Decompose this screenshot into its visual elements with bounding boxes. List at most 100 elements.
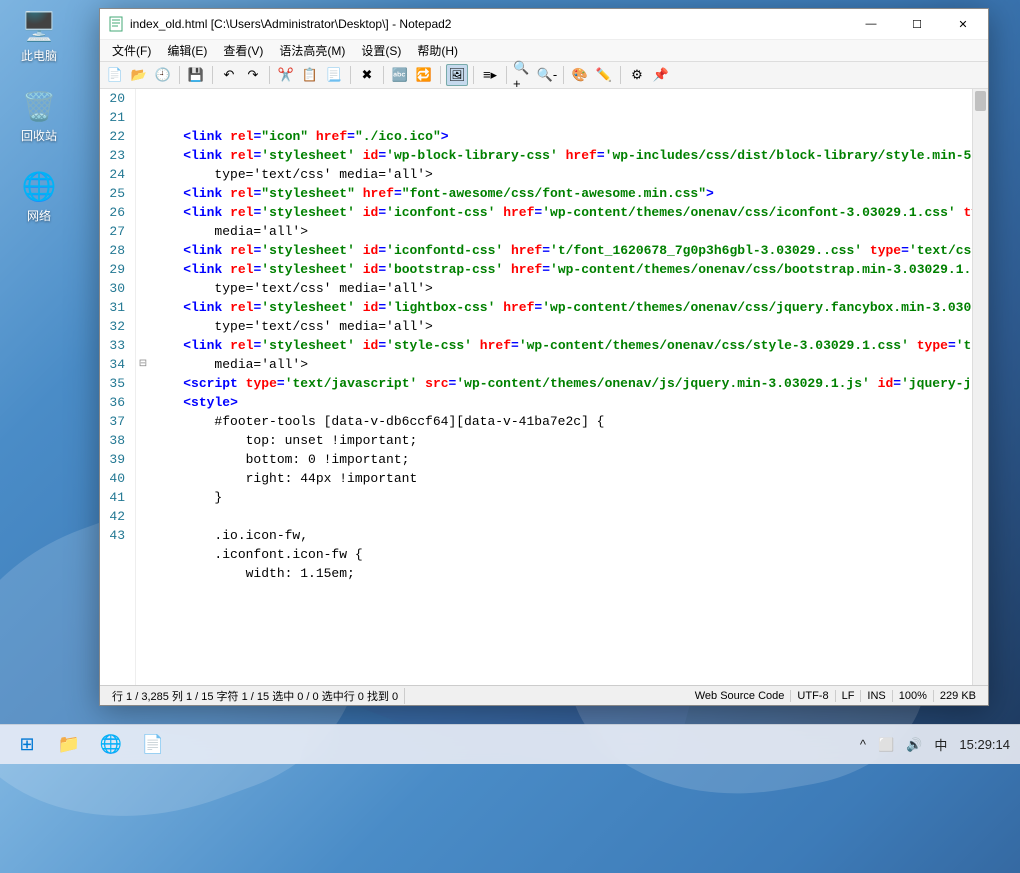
code-line[interactable]: <link rel='stylesheet' id='bootstrap-css…: [152, 260, 988, 279]
line-number[interactable]: 33: [104, 336, 127, 355]
toolbar-indent-button[interactable]: ≡▸: [479, 64, 501, 86]
tray-overflow-icon[interactable]: ^: [858, 735, 868, 754]
code-line[interactable]: type='text/css' media='all'>: [152, 317, 988, 336]
taskbar-edge-button[interactable]: 🌐: [92, 727, 130, 763]
toolbar-scheme-button[interactable]: 🎨: [569, 64, 591, 86]
line-number[interactable]: 36: [104, 393, 127, 412]
close-button[interactable]: ✕: [940, 9, 986, 39]
code-line[interactable]: bottom: 0 !important;: [152, 450, 988, 469]
toolbar-view-mode-button[interactable]: 🖼: [446, 64, 468, 86]
scrollbar-thumb[interactable]: [975, 91, 986, 111]
code-line[interactable]: <link rel='stylesheet' id='wp-block-libr…: [152, 146, 988, 165]
code-line[interactable]: <link rel="stylesheet" href="font-awesom…: [152, 184, 988, 203]
volume-icon[interactable]: 🔊: [904, 735, 924, 755]
code-line[interactable]: #footer-tools [data-v-db6ccf64][data-v-4…: [152, 412, 988, 431]
toolbar-paste-button[interactable]: 📃: [323, 64, 345, 86]
taskbar-explorer-button[interactable]: 📁: [50, 727, 88, 763]
code-line[interactable]: media='all'>: [152, 222, 988, 241]
ime-indicator[interactable]: 中: [932, 733, 949, 756]
vertical-scrollbar[interactable]: [972, 89, 988, 685]
line-number[interactable]: 30: [104, 279, 127, 298]
menu-文件[interactable]: 文件(F): [104, 40, 159, 61]
line-number[interactable]: 40: [104, 469, 127, 488]
code-line[interactable]: <script type='text/javascript' src='wp-c…: [152, 374, 988, 393]
code-line[interactable]: <link rel='stylesheet' id='iconfontd-css…: [152, 241, 988, 260]
taskbar-notepad2-button[interactable]: 📄: [134, 727, 172, 763]
toolbar-cut-button[interactable]: ✂️: [275, 64, 297, 86]
menu-帮助[interactable]: 帮助(H): [409, 40, 466, 61]
code-line[interactable]: <link rel="icon" href="./ico.ico">: [152, 127, 988, 146]
code-area[interactable]: <link rel="icon" href="./ico.ico"> <link…: [150, 89, 988, 685]
code-line[interactable]: }: [152, 488, 988, 507]
toolbar-redo-button[interactable]: ↷: [242, 64, 264, 86]
line-number[interactable]: 28: [104, 241, 127, 260]
toolbar-zoom-in-button[interactable]: 🔍+: [512, 64, 534, 86]
code-line[interactable]: <style>: [152, 393, 988, 412]
status-encoding[interactable]: UTF-8: [791, 690, 835, 702]
status-eol[interactable]: LF: [836, 690, 862, 702]
code-line[interactable]: type='text/css' media='all'>: [152, 279, 988, 298]
toolbar-highlight-button[interactable]: ✏️: [593, 64, 615, 86]
line-number[interactable]: 20: [104, 89, 127, 108]
code-line[interactable]: .io.icon-fw,: [152, 526, 988, 545]
toolbar-pin-button[interactable]: 📌: [650, 64, 672, 86]
taskbar-start-button[interactable]: ⊞: [8, 727, 46, 763]
line-number[interactable]: 35: [104, 374, 127, 393]
code-line[interactable]: type='text/css' media='all'>: [152, 165, 988, 184]
line-number[interactable]: 23: [104, 146, 127, 165]
titlebar[interactable]: index_old.html [C:\Users\Administrator\D…: [100, 9, 988, 39]
toolbar-open-button[interactable]: 📂: [128, 64, 150, 86]
line-number[interactable]: 22: [104, 127, 127, 146]
code-line[interactable]: top: unset !important;: [152, 431, 988, 450]
line-number[interactable]: 32: [104, 317, 127, 336]
code-line[interactable]: <link rel='stylesheet' id='lightbox-css'…: [152, 298, 988, 317]
toolbar-copy-button[interactable]: 📋: [299, 64, 321, 86]
desktop-icon-网络[interactable]: 🌐网络: [10, 168, 68, 224]
toolbar-new-button[interactable]: 📄: [104, 64, 126, 86]
line-number[interactable]: 29: [104, 260, 127, 279]
toolbar-delete-button[interactable]: ✖: [356, 64, 378, 86]
code-line[interactable]: [152, 507, 988, 526]
status-insert-mode[interactable]: INS: [861, 690, 892, 702]
code-line[interactable]: right: 44px !important: [152, 469, 988, 488]
line-number[interactable]: 21: [104, 108, 127, 127]
line-number[interactable]: 26: [104, 203, 127, 222]
line-number[interactable]: 37: [104, 412, 127, 431]
minimize-button[interactable]: —: [848, 9, 894, 39]
fold-marker[interactable]: ⊟: [136, 355, 150, 374]
line-number[interactable]: 34: [104, 355, 127, 374]
code-line[interactable]: media='all'>: [152, 355, 988, 374]
line-number[interactable]: 24: [104, 165, 127, 184]
line-number[interactable]: 27: [104, 222, 127, 241]
toolbar-replace-button[interactable]: 🔁: [413, 64, 435, 86]
menu-语法高亮[interactable]: 语法高亮(M): [271, 40, 353, 61]
desktop-icon-回收站[interactable]: 🗑️回收站: [10, 88, 68, 144]
fold-marker: [136, 127, 150, 146]
status-language[interactable]: Web Source Code: [689, 690, 792, 702]
menu-设置[interactable]: 设置(S): [353, 40, 409, 61]
code-line[interactable]: width: 1.15em;: [152, 564, 988, 583]
toolbar-undo-button[interactable]: ↶: [218, 64, 240, 86]
maximize-button[interactable]: ☐: [894, 9, 940, 39]
toolbar-find-button[interactable]: 🔤: [389, 64, 411, 86]
menu-查看[interactable]: 查看(V): [215, 40, 271, 61]
menu-编辑[interactable]: 编辑(E): [159, 40, 215, 61]
line-number[interactable]: 42: [104, 507, 127, 526]
status-zoom[interactable]: 100%: [893, 690, 934, 702]
line-number[interactable]: 39: [104, 450, 127, 469]
desktop-icon-此电脑[interactable]: 🖥️此电脑: [10, 8, 68, 64]
line-number[interactable]: 41: [104, 488, 127, 507]
line-number[interactable]: 31: [104, 298, 127, 317]
code-line[interactable]: <link rel='stylesheet' id='iconfont-css'…: [152, 203, 988, 222]
code-line[interactable]: <link rel='stylesheet' id='style-css' hr…: [152, 336, 988, 355]
clock[interactable]: 15:29:14: [957, 735, 1012, 754]
network-icon[interactable]: ⬜: [876, 735, 896, 755]
line-number[interactable]: 43: [104, 526, 127, 545]
toolbar-save-button[interactable]: 💾: [185, 64, 207, 86]
toolbar-zoom-out-button[interactable]: 🔍-: [536, 64, 558, 86]
toolbar-settings-button[interactable]: ⚙: [626, 64, 648, 86]
code-line[interactable]: .iconfont.icon-fw {: [152, 545, 988, 564]
toolbar-history-button[interactable]: 🕘: [152, 64, 174, 86]
line-number[interactable]: 38: [104, 431, 127, 450]
line-number[interactable]: 25: [104, 184, 127, 203]
